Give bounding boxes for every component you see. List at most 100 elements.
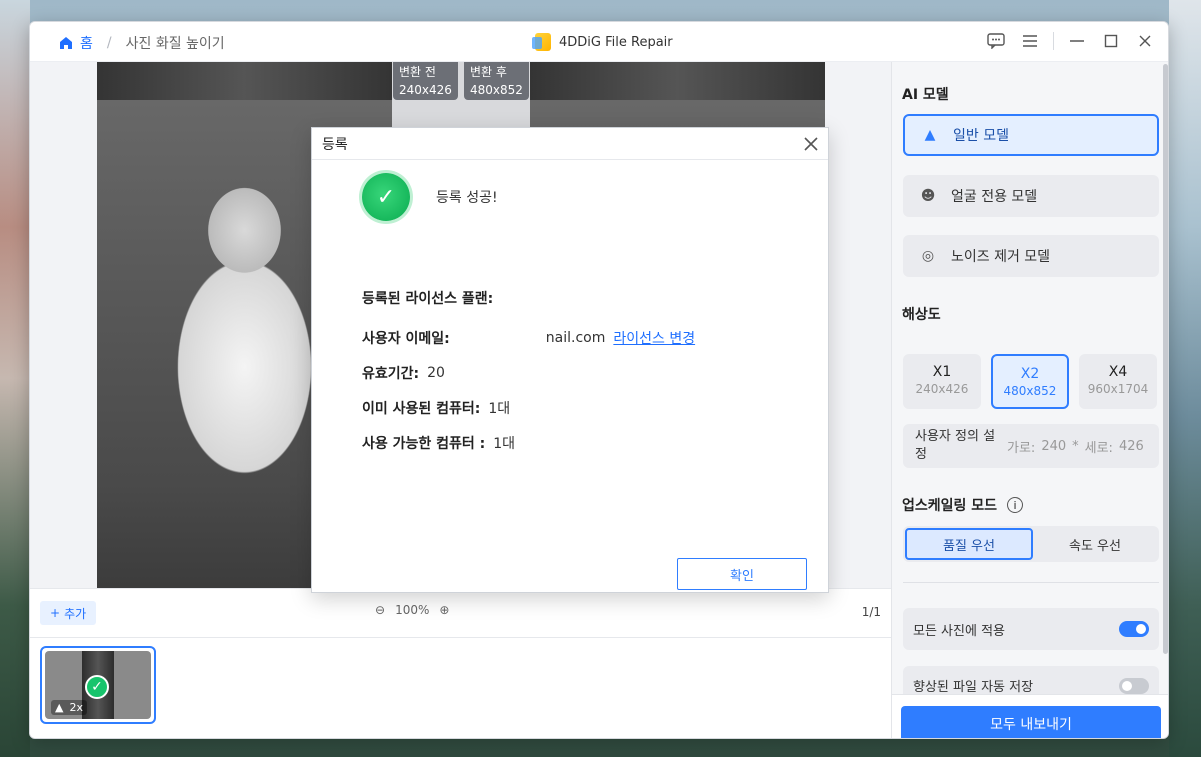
validity-label: 유효기간: xyxy=(362,366,420,382)
available-computers-row: 사용 가능한 컴퓨터 : 1대 xyxy=(362,433,515,453)
after-label: 변환 후 480x852 xyxy=(464,62,529,100)
apply-all-row: 모든 사진에 적용 xyxy=(903,608,1159,650)
app-title-text: 4DDiG File Repair xyxy=(559,34,673,50)
maximize-icon[interactable] xyxy=(1100,30,1122,52)
thumbnail-image: ✓ ▲ 2x xyxy=(45,651,151,719)
thumbnail-scale: 2x xyxy=(69,701,83,714)
zoom-controls: ⊖ 100% ⊕ xyxy=(375,603,449,617)
add-button[interactable]: + 추가 xyxy=(40,601,97,625)
ai-model-title: AI 모델 xyxy=(902,87,949,103)
desktop-background-left xyxy=(0,0,30,757)
model-general-label: 일반 모델 xyxy=(953,128,1009,144)
auto-save-toggle[interactable] xyxy=(1119,678,1149,694)
check-icon: ✓ xyxy=(85,675,109,699)
apply-all-toggle[interactable] xyxy=(1119,621,1149,637)
model-noise-button[interactable]: ◎ 노이즈 제거 모델 xyxy=(903,235,1159,277)
noise-icon: ◎ xyxy=(921,248,935,264)
change-license-link[interactable]: 라이선스 변경 xyxy=(613,328,695,348)
page-counter: 1/1 xyxy=(861,605,881,619)
resolution-x4-size: 960x1704 xyxy=(1087,382,1149,396)
resolution-x4-label: X4 xyxy=(1108,364,1128,380)
thumbnail-scale-badge: ▲ 2x xyxy=(51,700,87,715)
success-check-icon: ✓ xyxy=(362,173,410,221)
available-computers-label: 사용 가능한 컴퓨터 : xyxy=(362,436,486,452)
custom-size-row: 사용자 정의 설정 가로: 240 * 세로: 426 xyxy=(903,424,1159,468)
toolbar-divider xyxy=(1053,32,1054,50)
model-general-button[interactable]: ▲ 일반 모델 xyxy=(903,114,1159,156)
validity-row: 유효기간: 20 xyxy=(362,363,445,383)
mode-speed-option[interactable]: 속도 우선 xyxy=(1033,528,1157,560)
info-icon[interactable]: i xyxy=(1007,497,1024,513)
resolution-x2-size: 480x852 xyxy=(1003,384,1057,398)
minimize-icon[interactable] xyxy=(1066,30,1088,52)
registration-dialog: 등록 ✓ 등록 성공! 등록된 라이선스 플랜: 사용자 이메일: nail.c… xyxy=(311,127,829,593)
success-text: 등록 성공! xyxy=(436,190,498,206)
thumbnail-item[interactable]: ✓ ▲ 2x xyxy=(40,646,156,724)
settings-sidebar: AI 모델 ▲ 일반 모델 ☻ 얼굴 전용 모델 ◎ 노이즈 제거 모델 해상도… xyxy=(891,62,1168,738)
face-icon: ☻ xyxy=(920,188,936,204)
zoom-in-icon[interactable]: ⊕ xyxy=(439,603,449,617)
menu-icon[interactable] xyxy=(1019,30,1041,52)
resolution-title: 해상도 xyxy=(902,307,941,323)
app-title: 4DDiG File Repair xyxy=(532,33,673,51)
dialog-header: 등록 xyxy=(312,128,828,160)
dialog-close-icon[interactable] xyxy=(804,132,818,156)
used-computers-label: 이미 사용된 컴퓨터: xyxy=(362,401,481,417)
available-computers-value: 1대 xyxy=(493,436,516,452)
resolution-x2[interactable]: X2 480x852 xyxy=(991,354,1069,409)
zoom-level: 100% xyxy=(395,603,430,617)
add-button-label: 추가 xyxy=(64,606,87,621)
breadcrumb-home-label: 홈 xyxy=(80,36,93,52)
home-icon xyxy=(60,37,72,49)
breadcrumb-separator: / xyxy=(106,35,112,51)
auto-save-row: 향상된 파일 자동 저장 xyxy=(903,666,1159,695)
auto-save-label: 향상된 파일 자동 저장 xyxy=(913,680,1034,695)
image-icon: ▲ xyxy=(55,701,64,714)
thumbnail-strip: ✓ ▲ 2x xyxy=(30,638,891,738)
used-computers-value: 1대 xyxy=(488,401,511,417)
resolution-x1[interactable]: X1 240x426 xyxy=(903,354,981,409)
custom-size-label: 사용자 정의 설정 xyxy=(915,429,996,462)
close-icon[interactable] xyxy=(1134,30,1156,52)
feedback-icon[interactable] xyxy=(985,30,1007,52)
width-input[interactable]: 240 xyxy=(1041,439,1066,454)
desktop-background-right xyxy=(1169,0,1201,757)
app-logo-icon xyxy=(532,33,551,51)
email-label: 사용자 이메일: xyxy=(362,331,450,347)
resolution-x2-label: X2 xyxy=(1020,366,1040,382)
landscape-icon: ▲ xyxy=(924,127,936,143)
confirm-button[interactable]: 확인 xyxy=(677,558,807,590)
after-label-text: 변환 후 xyxy=(470,65,507,79)
used-computers-row: 이미 사용된 컴퓨터: 1대 xyxy=(362,398,510,418)
before-label-text: 변환 전 xyxy=(399,65,436,79)
after-size-text: 480x852 xyxy=(470,83,523,97)
before-label: 변환 전 240x426 xyxy=(393,62,458,100)
resolution-x1-label: X1 xyxy=(932,364,952,380)
success-row: ✓ 등록 성공! xyxy=(362,173,498,221)
title-bar: 홈 / 사진 화질 높이기 4DDiG File Repair xyxy=(30,22,1168,62)
model-face-button[interactable]: ☻ 얼굴 전용 모델 xyxy=(903,175,1159,217)
apply-all-label: 모든 사진에 적용 xyxy=(913,623,1005,639)
resolution-x1-size: 240x426 xyxy=(915,382,969,396)
email-row: 사용자 이메일: nail.com 라이선스 변경 xyxy=(362,328,695,348)
breadcrumb-current: 사진 화질 높이기 xyxy=(125,36,225,52)
upscale-mode-selector: 품질 우선 속도 우선 xyxy=(903,526,1159,562)
preview-controls: + 추가 ⊖ 100% ⊕ 1/1 xyxy=(30,588,891,638)
export-all-button[interactable]: 모두 내보내기 xyxy=(901,706,1161,738)
width-label: 가로: xyxy=(1007,440,1036,456)
before-size-text: 240x426 xyxy=(399,83,452,97)
zoom-out-icon[interactable]: ⊖ xyxy=(375,603,385,617)
model-face-label: 얼굴 전용 모델 xyxy=(951,189,1038,205)
email-value: nail.com xyxy=(545,330,606,346)
height-input[interactable]: 426 xyxy=(1119,439,1144,454)
resolution-x4[interactable]: X4 960x1704 xyxy=(1079,354,1157,409)
plan-label: 등록된 라이선스 플랜: xyxy=(362,291,494,307)
mode-quality-option[interactable]: 품질 우선 xyxy=(905,528,1033,560)
height-label: 세로: xyxy=(1084,440,1113,456)
breadcrumb-home[interactable]: 홈 xyxy=(58,33,93,53)
window-controls xyxy=(985,30,1156,52)
sidebar-scrollbar[interactable] xyxy=(1163,64,1168,654)
upscale-mode-title-text: 업스케일링 모드 xyxy=(902,498,998,514)
upscale-mode-title: 업스케일링 모드 i xyxy=(902,495,1024,515)
dialog-title: 등록 xyxy=(322,136,348,153)
